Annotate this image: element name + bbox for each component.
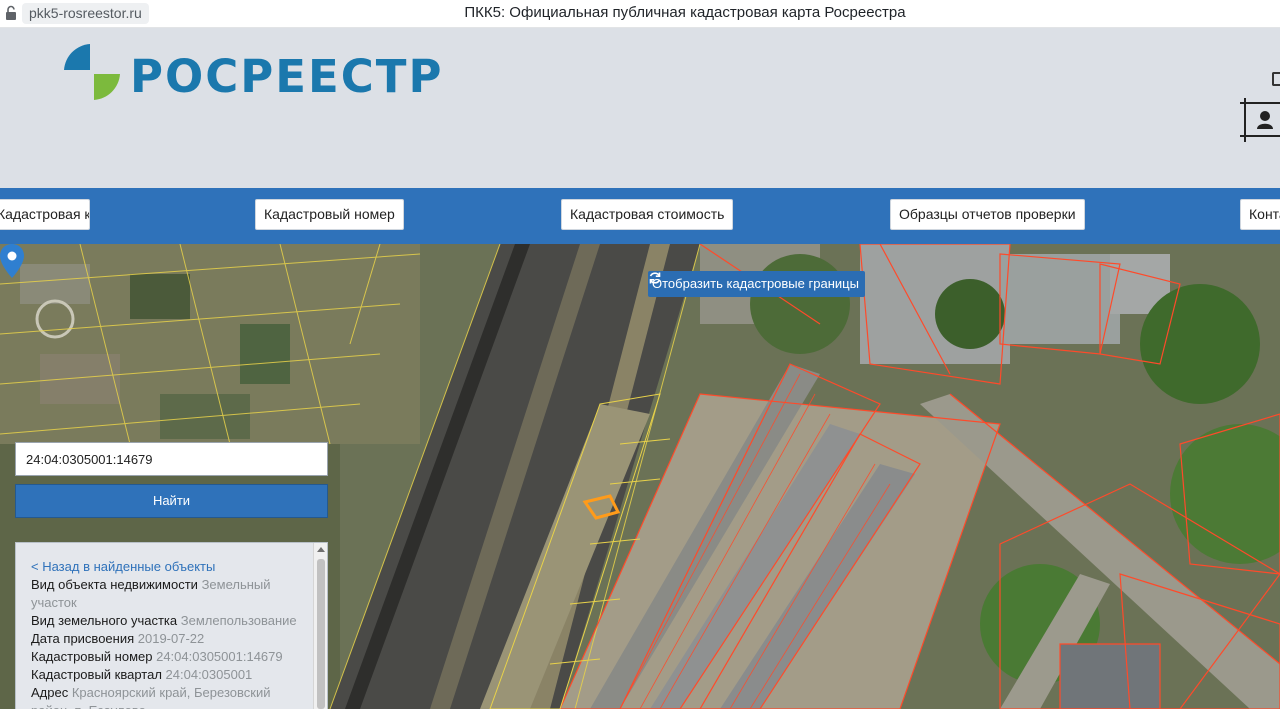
info-row-cadastral-number: Кадастровый номер 24:04:0305001:14679 — [31, 648, 309, 666]
info-label: Кадастровый квартал — [31, 667, 162, 682]
info-value: 24:04:0305001:14679 — [156, 649, 283, 664]
info-row-address: Адрес Красноярский край, Березовский рай… — [31, 684, 309, 709]
user-icon[interactable] — [1240, 98, 1280, 142]
scrollbar-thumb[interactable] — [317, 559, 325, 709]
nav-report-samples[interactable]: Образцы отчетов проверки — [890, 199, 1085, 230]
back-to-results-link[interactable]: < Назад в найденные объекты — [31, 558, 309, 576]
info-label: Кадастровый номер — [31, 649, 153, 664]
rosreestr-logo-icon[interactable] — [62, 42, 122, 102]
info-label: Вид земельного участка — [31, 613, 178, 628]
refresh-icon — [649, 272, 661, 284]
info-row-object-type: Вид объекта недвижимости Земельный участ… — [31, 576, 309, 612]
scroll-up-arrow-icon[interactable] — [317, 547, 325, 552]
nav-contacts[interactable]: Контакты — [1240, 199, 1280, 230]
logo-text[interactable]: РОСРЕЕСТР — [130, 50, 443, 103]
info-value: 2019-07-22 — [137, 631, 205, 646]
info-label: Дата присвоения — [31, 631, 135, 646]
cadastral-search-input[interactable] — [15, 442, 328, 476]
show-cadastral-borders-button[interactable]: Отобразить кадастровые границы — [648, 271, 865, 297]
site-header: РОСРЕЕСТР — [0, 28, 1280, 188]
nav-cadastral-value[interactable]: Кадастровая стоимость — [561, 199, 734, 230]
info-panel-scrollbar[interactable] — [313, 543, 327, 709]
info-row-assign-date: Дата присвоения 2019-07-22 — [31, 630, 309, 648]
info-label: Адрес — [31, 685, 69, 700]
cadastral-map[interactable]: Отобразить кадастровые границы Найти < Н… — [0, 244, 1280, 709]
page-title: ПКК5: Официальная публичная кадастровая … — [464, 4, 906, 21]
info-value: 24:04:0305001 — [165, 667, 253, 682]
info-row-cadastral-quarter: Кадастровый квартал 24:04:0305001 — [31, 666, 309, 684]
info-row-parcel-type: Вид земельного участка Землепользование — [31, 612, 309, 630]
object-info-panel: < Назад в найденные объекты Вид объекта … — [15, 542, 328, 709]
mail-icon[interactable] — [1272, 72, 1280, 86]
nav-cadastral-number[interactable]: Кадастровый номер — [255, 199, 404, 230]
find-button[interactable]: Найти — [15, 484, 328, 518]
info-label: Вид объекта недвижимости — [31, 577, 198, 592]
nav-cadastral-map[interactable]: Кадастровая карта — [0, 199, 90, 230]
location-pin-icon[interactable] — [0, 244, 24, 278]
info-value: Землепользование — [180, 613, 297, 628]
show-borders-label: Отобразить кадастровые границы — [652, 276, 859, 291]
main-nav: Кадастровая карта Кадастровый номер Када… — [0, 188, 1280, 244]
browser-title-bar: pkk5-rosreestor.ru ПКК5: Официальная пуб… — [0, 0, 1280, 28]
